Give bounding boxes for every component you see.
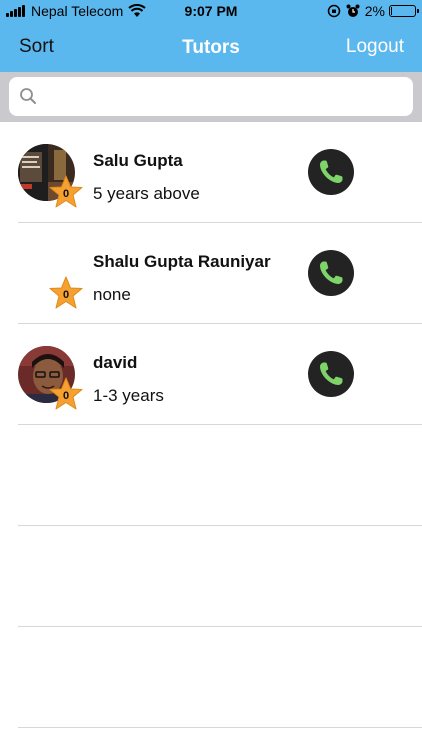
call-button[interactable]	[308, 250, 354, 296]
battery-percent: 2%	[364, 3, 385, 19]
search-icon	[20, 88, 36, 104]
empty-row-divider	[18, 526, 422, 627]
tutor-experience: 1-3 years	[93, 386, 164, 405]
tutor-list: 0 Salu Gupta 5 years above 0 Shalu Gupta…	[0, 122, 422, 728]
logout-button[interactable]: Logout	[346, 36, 404, 58]
rating-value: 0	[62, 289, 70, 301]
tutor-experience: 5 years above	[93, 184, 200, 203]
phone-icon	[320, 160, 343, 183]
search-input[interactable]	[45, 77, 405, 116]
tutor-name: david	[93, 353, 138, 372]
list-item[interactable]: 0 david 1-3 years	[18, 324, 422, 425]
phone-icon	[320, 261, 343, 284]
rating-value: 0	[62, 188, 70, 200]
list-item[interactable]: 0 Shalu Gupta Rauniyar none	[18, 223, 422, 324]
battery-icon	[389, 5, 419, 17]
nav-bar: Sort Tutors Logout	[0, 24, 422, 72]
call-button[interactable]	[308, 149, 354, 195]
alarm-icon	[346, 4, 360, 17]
phone-icon	[320, 362, 343, 385]
status-bar: Nepal Telecom 9:07 PM 2%	[0, 0, 422, 24]
list-item[interactable]: 0 Salu Gupta 5 years above	[18, 122, 422, 223]
rotation-lock-icon	[327, 4, 341, 18]
tutor-name: Shalu Gupta Rauniyar	[93, 252, 271, 271]
rating-value: 0	[62, 390, 70, 402]
search-bar	[0, 72, 422, 122]
search-box[interactable]	[9, 77, 413, 116]
call-button[interactable]	[308, 351, 354, 397]
empty-row-divider	[18, 627, 422, 728]
status-right: 2%	[327, 3, 419, 19]
tutor-name: Salu Gupta	[93, 151, 183, 170]
empty-row-divider	[18, 425, 422, 526]
tutor-experience: none	[93, 285, 131, 304]
